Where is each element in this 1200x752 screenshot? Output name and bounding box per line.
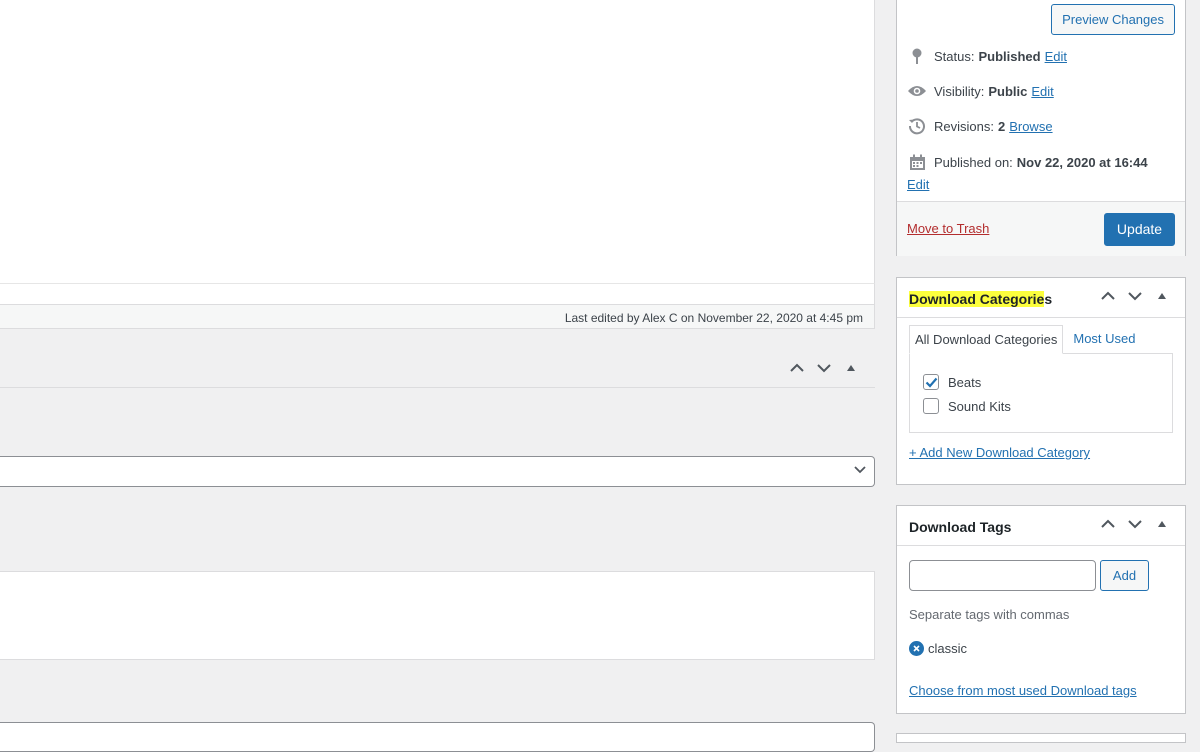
category-label: Beats	[948, 374, 982, 390]
textarea-field[interactable]	[0, 571, 875, 660]
tag-item: classic	[909, 641, 967, 656]
status-row: Status: Published Edit	[907, 47, 1067, 65]
chevron-down-icon	[1127, 520, 1142, 529]
calendar-icon	[907, 153, 927, 171]
content-editor[interactable]	[0, 0, 875, 283]
move-up-button[interactable]	[783, 355, 810, 381]
status-edit-link[interactable]: Edit	[1045, 49, 1067, 64]
download-tags-box: Download Tags Add Separate tags with com…	[896, 505, 1186, 714]
chevron-down-icon	[854, 466, 866, 474]
visibility-value: Public	[988, 83, 1028, 99]
history-icon	[907, 117, 927, 135]
tags-box-controls	[1094, 511, 1175, 537]
publishing-actions: Move to Trash Update	[897, 201, 1185, 256]
chevron-up-icon	[1100, 519, 1115, 528]
visibility-row: Visibility: Public Edit	[907, 82, 1054, 100]
category-checkbox[interactable]	[923, 398, 939, 414]
revisions-browse-link[interactable]: Browse	[1009, 119, 1052, 134]
visibility-edit-link[interactable]: Edit	[1031, 84, 1053, 99]
triangle-up-icon	[846, 365, 855, 371]
eye-icon	[907, 82, 927, 100]
revisions-label: Revisions:	[934, 118, 994, 134]
text-field[interactable]	[0, 722, 875, 752]
move-up-button[interactable]	[1094, 283, 1121, 309]
download-categories-box: Download Categories All Download Categor…	[896, 277, 1186, 485]
category-checklist: Beats Sound Kits	[909, 353, 1173, 433]
meta-box-controls	[783, 355, 864, 381]
download-tags-title: Download Tags	[909, 519, 1012, 535]
chevron-down-icon	[816, 364, 831, 373]
editor-status-bar: Last edited by Alex C on November 22, 20…	[0, 304, 875, 329]
title-highlight: Download Categorie	[909, 291, 1045, 307]
chevron-up-icon	[789, 363, 804, 372]
tags-help-text: Separate tags with commas	[909, 607, 1070, 622]
last-edited-text: Last edited by Alex C on November 22, 20…	[564, 311, 863, 325]
choose-most-used-tags-link[interactable]: Choose from most used Download tags	[909, 683, 1137, 698]
categories-box-controls	[1094, 283, 1175, 309]
meta-box-header	[0, 349, 875, 388]
divider	[897, 317, 1185, 318]
add-new-download-category-link[interactable]: + Add New Download Category	[909, 445, 1090, 460]
move-up-button[interactable]	[1094, 511, 1121, 537]
chevron-down-icon	[1127, 292, 1142, 301]
revisions-value: 2	[997, 118, 1006, 134]
published-on-value: Nov 22, 2020 at 16:44	[1016, 154, 1148, 170]
tab-all-download-categories[interactable]: All Download Categories	[909, 325, 1064, 354]
toggle-panel-button[interactable]	[1148, 283, 1175, 309]
download-categories-title: Download Categories	[909, 291, 1052, 307]
published-on-row: Published on: Nov 22, 2020 at 16:44	[907, 153, 1152, 171]
publish-box: Preview Changes Status: Published Edit V…	[896, 0, 1186, 256]
add-tag-button[interactable]: Add	[1100, 560, 1149, 591]
published-on-edit-link[interactable]: Edit	[907, 177, 929, 192]
status-value: Published	[978, 48, 1041, 64]
remove-tag-icon[interactable]	[909, 641, 924, 656]
tag-label: classic	[928, 641, 968, 656]
move-down-button[interactable]	[810, 355, 837, 381]
triangle-up-icon	[1157, 521, 1166, 527]
divider	[897, 545, 1185, 546]
chevron-up-icon	[1100, 291, 1115, 300]
category-tabs: All Download Categories Most Used	[909, 325, 1146, 354]
toggle-panel-button[interactable]	[837, 355, 864, 381]
title-rest: s	[1044, 291, 1053, 307]
triangle-up-icon	[1157, 293, 1166, 299]
move-to-trash-link[interactable]: Move to Trash	[907, 221, 989, 236]
revisions-row: Revisions: 2 Browse	[907, 117, 1053, 135]
category-checkbox[interactable]	[923, 374, 939, 390]
checkmark-icon	[925, 377, 937, 388]
status-label: Status:	[934, 48, 975, 64]
toggle-panel-button[interactable]	[1148, 511, 1175, 537]
published-on-label: Published on:	[934, 154, 1013, 170]
dropdown-select[interactable]	[0, 456, 875, 487]
update-button[interactable]: Update	[1104, 213, 1175, 246]
move-down-button[interactable]	[1121, 283, 1148, 309]
category-item-beats[interactable]: Beats	[923, 374, 981, 390]
pin-icon	[907, 47, 927, 65]
new-tag-input[interactable]	[909, 560, 1096, 591]
preview-changes-button[interactable]: Preview Changes	[1051, 4, 1175, 35]
editor-footer	[0, 283, 875, 304]
visibility-label: Visibility:	[934, 83, 985, 99]
category-label: Sound Kits	[948, 398, 1011, 414]
tab-most-used[interactable]: Most Used	[1063, 325, 1145, 354]
category-item-sound-kits[interactable]: Sound Kits	[923, 398, 1011, 414]
move-down-button[interactable]	[1121, 511, 1148, 537]
